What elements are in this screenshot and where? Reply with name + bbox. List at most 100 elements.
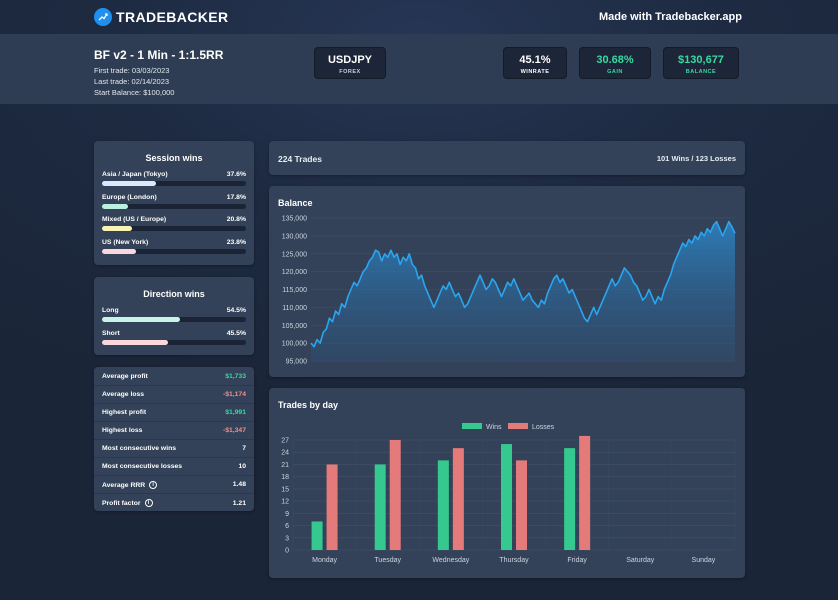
balance-area (311, 221, 735, 361)
session-row: Europe (London) 17.8% (102, 194, 246, 209)
session-row-head: Asia / Japan (Tokyo) 37.6% (102, 171, 246, 178)
stat-label: Highest loss (102, 427, 143, 434)
session-row: Asia / Japan (Tokyo) 37.6% (102, 171, 246, 186)
stat-row: Profit factor i 1.21 (94, 494, 254, 512)
bar-losses (389, 440, 401, 550)
day-x-tick: Monday (312, 557, 337, 564)
session-progress-track (102, 226, 246, 231)
day-y-tick: 21 (281, 462, 289, 469)
info-icon[interactable]: i (149, 480, 158, 489)
session-label: Mixed (US / Europe) (102, 216, 167, 223)
stat-label: Most consecutive wins (102, 445, 177, 452)
made-with-link[interactable]: Made with Tradebacker.app (599, 11, 742, 23)
stat-label: Most consecutive losses (102, 463, 183, 470)
stat-value: 10 (238, 463, 246, 470)
stat-row: Average profit $1,733 (94, 368, 254, 386)
bar-wins (501, 444, 512, 550)
trades-by-day-chart: Wins Losses 0 3 6 9 12 15 18 21 24 27 Monday Tuesday W… (281, 423, 736, 564)
day-x-tick: Tuesday (374, 557, 401, 564)
start-balance: Start Balance: $100,000 (94, 88, 175, 97)
direction-label: Long (102, 307, 119, 314)
session-wins-card: Session wins Asia / Japan (Tokyo) 37.6% Eu… (94, 141, 254, 265)
bar-wins (564, 448, 576, 550)
balance-chart-card: Balance 95,000 100,000 105,000 110,000 115,0… (269, 186, 745, 377)
session-label: Asia / Japan (Tokyo) (102, 171, 168, 178)
session-progress-track (102, 248, 246, 254)
direction-progress-track (102, 317, 246, 322)
stat-row: Most consecutive losses 10 (94, 458, 254, 476)
stat-row: Highest profit $1,991 (94, 404, 254, 422)
winrate-value: 45.1% (519, 54, 551, 66)
session-value: 37.6% (226, 171, 246, 178)
brand[interactable]: TRADEBACKER (94, 8, 229, 26)
balance-chart: 95,000 100,000 105,000 110,000 115,000 120,00… (282, 216, 736, 366)
stat-value: 7 (242, 445, 246, 452)
session-label: Europe (London) (102, 193, 157, 201)
stat-row: Average RRR i 1.48 (94, 476, 254, 494)
session-value: 23.8% (226, 238, 246, 246)
day-y-tick: 18 (281, 474, 289, 481)
day-y-tick: 3 (285, 535, 289, 542)
wins-losses: 101 Wins / 123 Losses (656, 154, 736, 163)
total-trades: 224 Trades (278, 154, 322, 164)
instrument-symbol: USDJPY (327, 54, 373, 66)
legend-label: Wins (486, 424, 502, 431)
bar-wins (311, 521, 323, 550)
bar-losses (326, 464, 338, 550)
balance-y-tick: 115,000 (282, 287, 307, 294)
session-progress-track (102, 203, 246, 209)
balance-y-tick: 105,000 (282, 323, 307, 330)
session-row-head: Mixed (US / Europe) 20.8% (102, 216, 246, 223)
strategy-header: BF v2 - 1 Min - 1:1.5RR First trade: 03/… (0, 34, 838, 104)
legend-swatch (462, 423, 482, 429)
direction-progress-track (102, 339, 246, 345)
balance-y-tick: 130,000 (282, 233, 307, 240)
session-row-head: Europe (London) 17.8% (102, 194, 246, 201)
session-value: 17.8% (226, 193, 246, 201)
strategy-info: BF v2 - 1 Min - 1:1.5RR First trade: 03/… (94, 48, 223, 98)
day-x-tick: Friday (567, 557, 587, 564)
direction-wins-card: Direction wins Long 54.5% Short 45.5% (94, 277, 254, 355)
stat-label: Profit factor i (102, 499, 153, 507)
day-y-tick: 15 (281, 486, 289, 493)
brand-name: TRADEBACKER (116, 9, 229, 25)
day-y-tick: 9 (285, 511, 289, 518)
session-progress-fill (102, 226, 132, 231)
info-icon[interactable]: i (144, 499, 153, 507)
day-y-tick: 12 (281, 499, 289, 506)
direction-row: Long 54.5% (102, 307, 246, 322)
session-row-head: US (New York) 23.8% (102, 239, 246, 246)
day-x-tick: Wednesday (432, 557, 469, 564)
stat-value: 1.21 (232, 499, 246, 507)
stat-value: -$1,347 (222, 427, 246, 434)
balance-y-tick: 110,000 (282, 305, 307, 312)
direction-value: 45.5% (226, 329, 246, 337)
stat-value: $1,733 (225, 373, 246, 380)
session-value: 20.8% (226, 216, 246, 223)
direction-wins-title: Direction wins (143, 289, 205, 299)
balance-y-tick: 120,000 (282, 269, 307, 276)
day-y-tick: 24 (281, 450, 289, 457)
direction-row-head: Short 45.5% (102, 330, 246, 337)
winrate-box: 45.1% WINRATE (503, 47, 567, 79)
bar-losses (579, 435, 591, 550)
day-y-tick: 6 (285, 523, 289, 530)
trade-summary-card: 224 Trades 101 Wins / 123 Losses (269, 141, 745, 175)
chart-trend-icon (94, 8, 112, 26)
session-progress-fill (102, 203, 128, 209)
balance-y-tick: 95,000 (286, 359, 308, 366)
bar-losses (452, 448, 464, 550)
stats-card: Average profit $1,733 Average loss -$1,174 H… (94, 367, 254, 511)
session-progress-fill (102, 248, 137, 254)
session-progress-track (102, 181, 246, 186)
bar-wins (437, 460, 449, 550)
stat-row: Most consecutive wins 7 (94, 440, 254, 458)
day-y-tick: 0 (285, 548, 289, 555)
strategy-title: BF v2 - 1 Min - 1:1.5RR (94, 48, 224, 62)
session-progress-fill (102, 181, 157, 186)
stats-list: Average profit $1,733 Average loss -$1,174 H… (94, 368, 254, 512)
bar-losses (516, 460, 527, 550)
balance-y-tick: 100,000 (282, 341, 307, 348)
stat-value: $1,991 (225, 409, 246, 416)
stat-label: Average profit (102, 373, 148, 380)
